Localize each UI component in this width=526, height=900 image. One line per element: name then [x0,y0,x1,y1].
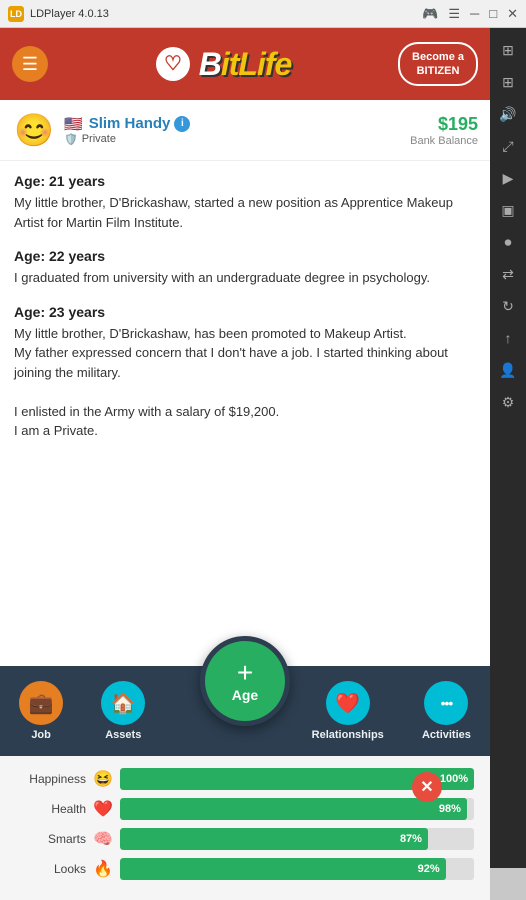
smarts-value: 87% [400,833,422,845]
looks-icon: 🔥 [92,859,114,879]
nav-relationships[interactable]: ❤️ Relationships [312,681,384,741]
assets-icon: 🏠 [111,691,136,716]
side-toolbar: ⊞ ⊞ 🔊 ⤢ ▶ ▣ ⏺ ⇄ ↻ ↑ 👤 ⚙ [490,28,526,868]
side-volume-icon[interactable]: 🔊 [494,100,522,128]
relationships-label: Relationships [312,729,384,741]
age-entry-23: Age: 23 years My little brother, D'Brick… [14,304,476,441]
stat-looks: Looks 🔥 92% [16,858,474,880]
smarts-bar-bg: 87% [120,828,474,850]
menu-button[interactable]: ☰ [12,46,48,82]
age-entry-21: Age: 21 years My little brother, D'Brick… [14,173,476,232]
stat-health: Health ❤️ 98% [16,798,474,820]
flag-icon: 🇺🇸 [64,115,83,133]
profile-left: 😊 🇺🇸 Slim Handy i 🛡️ Private [12,108,190,152]
side-flip-icon[interactable]: ⇄ [494,260,522,288]
nav-activities[interactable]: ••• Activities [422,681,471,741]
age-button[interactable]: + Age [200,636,290,726]
side-record-icon[interactable]: ⏺ [494,228,522,256]
health-label: Health [16,802,86,816]
looks-bar-bg: 92% [120,858,474,880]
side-apps-icon[interactable]: ⊞ [494,68,522,96]
job-icon: 💼 [29,691,54,716]
avatar: 😊 [12,108,56,152]
close-red-button[interactable]: ✕ [412,772,442,802]
side-expand-icon[interactable]: ⤢ [494,132,522,160]
side-rotate-icon[interactable]: ↻ [494,292,522,320]
assets-label: Assets [105,729,141,741]
activities-label: Activities [422,729,471,741]
plus-icon: + [237,659,253,687]
profile-bar: 😊 🇺🇸 Slim Handy i 🛡️ Private $195 Bank B… [0,100,490,161]
title-bar: LD LDPlayer 4.0.13 🎮 ☰ ─ □ ✕ [0,0,526,28]
happiness-label: Happiness [16,772,86,786]
side-share-icon[interactable]: ↑ [494,324,522,352]
app-logo: LD [8,6,24,22]
assets-icon-circle: 🏠 [101,681,145,725]
side-home-icon[interactable]: ⊞ [494,36,522,64]
stat-smarts: Smarts 🧠 87% [16,828,474,850]
age-title-22: Age: 22 years [14,248,476,264]
scroll-content[interactable]: Age: 21 years My little brother, D'Brick… [0,161,490,666]
nav-assets[interactable]: 🏠 Assets [101,681,145,741]
job-label: Job [31,729,51,741]
nav-job[interactable]: 💼 Job [19,681,63,741]
health-icon: ❤️ [92,799,114,819]
side-play-icon[interactable]: ▶ [494,164,522,192]
age-entry-22: Age: 22 years I graduated from universit… [14,248,476,288]
age-btn-container: + Age [200,636,290,726]
app-title: LDPlayer 4.0.13 [30,8,109,20]
relationships-icon: ❤️ [335,691,360,716]
title-bar-controls: 🎮 ☰ ─ □ ✕ [422,6,518,22]
side-people-icon[interactable]: 👤 [494,356,522,384]
side-settings-icon[interactable]: ⚙ [494,388,522,416]
profile-name: 🇺🇸 Slim Handy i [64,115,190,133]
job-icon-circle: 💼 [19,681,63,725]
happiness-value: 100% [440,773,468,785]
gamepad-icon[interactable]: 🎮 [422,6,438,22]
balance-amount: $195 [410,114,478,135]
hamburger-icon: ☰ [22,55,38,73]
app-name: BitLife [199,46,292,83]
health-bar-bg: 98% [120,798,474,820]
maximize-icon[interactable]: □ [489,6,497,21]
info-icon[interactable]: i [174,116,190,132]
profile-right: $195 Bank Balance [410,114,478,147]
bitlife-logo-icon: ♡ [155,46,191,82]
looks-bar-fill: 92% [120,858,446,880]
logo: ♡ BitLife [155,46,292,83]
health-value: 98% [439,803,461,815]
age-title-21: Age: 21 years [14,173,476,189]
svg-text:♡: ♡ [164,53,182,75]
header: ☰ ♡ BitLife Become a BITIZEN [0,28,490,100]
balance-label: Bank Balance [410,135,478,147]
profile-info: 🇺🇸 Slim Handy i 🛡️ Private [64,115,190,146]
looks-label: Looks [16,862,86,876]
age-text-23: My little brother, D'Brickashaw, has bee… [14,324,476,441]
activities-icon: ••• [441,695,453,711]
side-screen-icon[interactable]: ▣ [494,196,522,224]
stat-happiness: Happiness 😆 100% [16,768,474,790]
age-text-21: My little brother, D'Brickashaw, started… [14,193,476,232]
age-text-22: I graduated from university with an unde… [14,268,476,288]
looks-value: 92% [418,863,440,875]
shield-icon: 🛡️ [64,133,78,146]
smarts-bar-fill: 87% [120,828,428,850]
smarts-label: Smarts [16,832,86,846]
minimize-icon[interactable]: ─ [470,6,479,21]
profile-rank: 🛡️ Private [64,133,190,146]
relationships-icon-circle: ❤️ [326,681,370,725]
activities-icon-circle: ••• [424,681,468,725]
health-bar-fill: 98% [120,798,467,820]
bitizen-button[interactable]: Become a BITIZEN [398,42,478,87]
menu-icon[interactable]: ☰ [448,6,460,22]
smarts-icon: 🧠 [92,829,114,849]
close-icon[interactable]: ✕ [507,6,518,22]
app-area: ☰ ♡ BitLife Become a BITIZEN 😊 🇺🇸 Slim H… [0,28,490,900]
title-bar-left: LD LDPlayer 4.0.13 [8,6,109,22]
bottom-nav: + Age 💼 Job 🏠 Assets ❤️ Relationships [0,666,490,756]
age-label: Age [232,687,258,703]
age-title-23: Age: 23 years [14,304,476,320]
happiness-icon: 😆 [92,769,114,789]
